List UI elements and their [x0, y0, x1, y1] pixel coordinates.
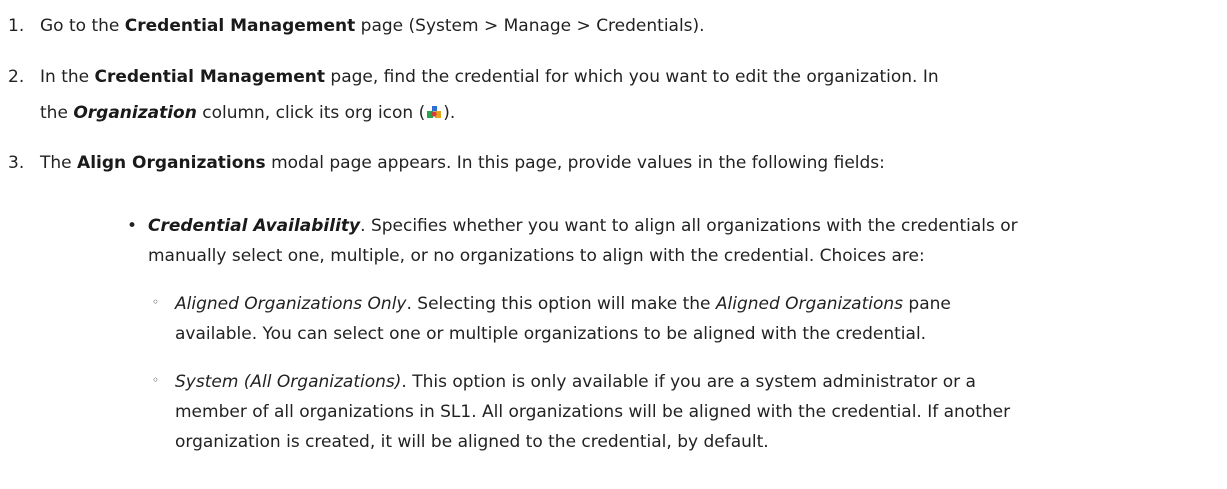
step-text: Go to the Credential Management page (Sy…	[40, 11, 1210, 41]
step-text-part: Go to the	[40, 16, 125, 36]
document-page: 1. Go to the Credential Management page …	[0, 0, 1227, 489]
step-text-part: page, find the credential for which you …	[325, 67, 939, 87]
step-text-part: In the	[40, 67, 95, 87]
step-text-part: The	[40, 153, 78, 173]
field-text-part: . Specifies whether you want to align al…	[360, 216, 1018, 236]
step-number: 3.	[8, 153, 25, 173]
choice-name: Aligned Organizations Only	[175, 294, 407, 314]
sub-bullet-marker: ◦	[152, 295, 160, 309]
step-text-part: column, click its org icon (	[196, 103, 426, 123]
choice-text-part: . This option is only available if you a…	[401, 372, 976, 392]
step-number: 1.	[8, 16, 25, 36]
field-text-part: manually select one, multiple, or no org…	[148, 246, 925, 266]
step-text: The Align Organizations modal page appea…	[40, 148, 1210, 178]
modal-name: Align Organizations	[77, 153, 266, 173]
choice-text-part: pane	[903, 294, 951, 314]
choice-name: System (All Organizations)	[175, 372, 402, 392]
choice-text-part: member of all organizations in SL1. All …	[175, 402, 1011, 422]
choice-text-part: available. You can select one or multipl…	[175, 324, 927, 344]
step-number: 2.	[8, 67, 25, 87]
choice-text-part: . Selecting this option will make the	[406, 294, 716, 314]
bullet-marker: •	[127, 216, 138, 236]
step-text: In the Credential Management page, find …	[40, 62, 1210, 128]
field-name: Credential Availability	[148, 216, 361, 236]
sub-bullet-marker: ◦	[152, 373, 160, 387]
step-text-part: ).	[443, 103, 456, 123]
pane-name: Aligned Organizations	[715, 294, 904, 314]
page-name: Credential Management	[94, 67, 326, 87]
field-description: Credential Availability. Specifies wheth…	[148, 211, 1213, 271]
choice-description: Aligned Organizations Only. Selecting th…	[175, 289, 1220, 349]
step-text-part: page (System > Manage > Credentials).	[355, 16, 705, 36]
step-text-part: modal page appears. In this page, provid…	[265, 153, 885, 173]
choice-description: System (All Organizations). This option …	[175, 367, 1220, 457]
step-text-part: the	[40, 103, 74, 123]
column-name: Organization	[73, 103, 197, 123]
org-icon	[426, 101, 442, 118]
page-name: Credential Management	[124, 16, 356, 36]
choice-text-part: organization is created, it will be alig…	[175, 432, 769, 452]
